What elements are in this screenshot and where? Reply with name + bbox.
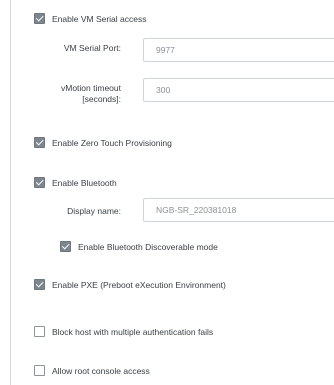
display-name-input[interactable]: [143, 198, 334, 222]
pxe-label: Enable PXE (Preboot eXecution Environmen…: [52, 279, 226, 290]
pxe-row[interactable]: Enable PXE (Preboot eXecution Environmen…: [34, 279, 226, 290]
vmotion-timeout-label: vMotion timeout [seconds]:: [11, 83, 121, 105]
vm-serial-label: Enable VM Serial access: [52, 13, 147, 24]
bluetooth-discoverable-row[interactable]: Enable Bluetooth Discoverable mode: [60, 241, 218, 252]
block-host-row[interactable]: Block host with multiple authentication …: [34, 326, 213, 337]
ztp-label: Enable Zero Touch Provisioning: [52, 137, 172, 148]
vmotion-timeout-input[interactable]: [143, 78, 334, 102]
root-console-checkbox[interactable]: [34, 365, 45, 376]
ztp-checkbox[interactable]: [34, 137, 45, 148]
vm-serial-row[interactable]: Enable VM Serial access: [34, 13, 147, 24]
vm-serial-port-input[interactable]: [143, 38, 334, 62]
root-console-label: Allow root console access: [52, 365, 150, 376]
bluetooth-row[interactable]: Enable Bluetooth: [34, 177, 117, 188]
vm-serial-checkbox[interactable]: [34, 13, 45, 24]
block-host-label: Block host with multiple authentication …: [52, 326, 214, 337]
ztp-row[interactable]: Enable Zero Touch Provisioning: [34, 137, 172, 148]
vmotion-timeout-label-line2: [seconds]:: [82, 94, 121, 104]
root-console-row[interactable]: Allow root console access: [34, 365, 150, 376]
display-name-label: Display name:: [67, 206, 121, 216]
pxe-checkbox[interactable]: [34, 279, 45, 290]
bluetooth-label: Enable Bluetooth: [52, 177, 117, 188]
bluetooth-discoverable-checkbox[interactable]: [60, 241, 71, 252]
bluetooth-discoverable-label: Enable Bluetooth Discoverable mode: [78, 241, 218, 252]
bluetooth-checkbox[interactable]: [34, 177, 45, 188]
vmotion-timeout-label-line1: vMotion timeout: [61, 83, 121, 93]
vm-serial-port-label: VM Serial Port:: [63, 43, 121, 53]
block-host-checkbox[interactable]: [34, 326, 45, 337]
settings-panel: Enable VM Serial access VM Serial Port: …: [10, 0, 334, 385]
